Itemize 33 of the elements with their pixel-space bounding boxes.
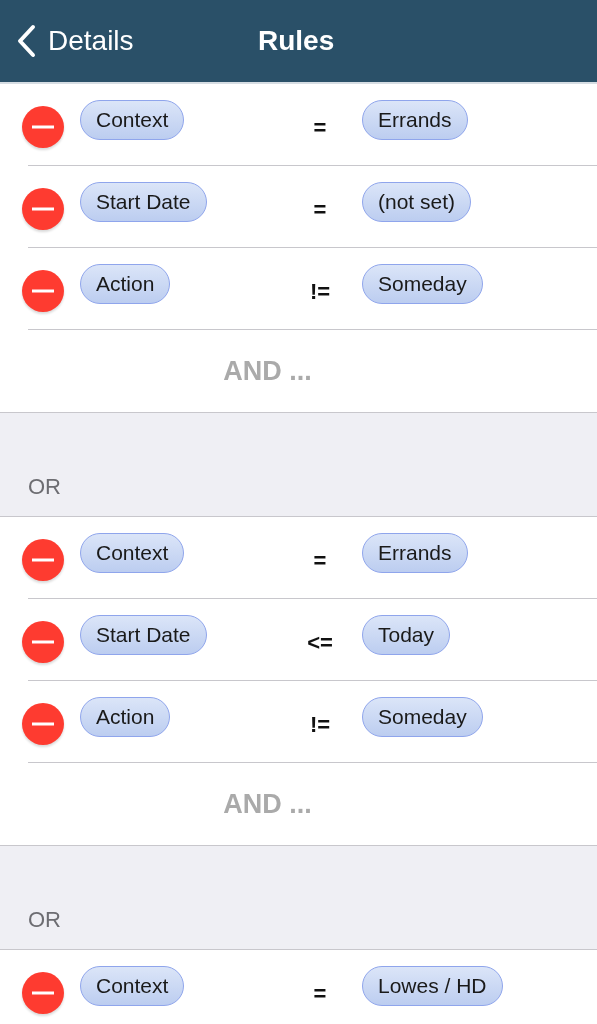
operator[interactable]: !=	[278, 278, 362, 305]
back-icon	[16, 24, 36, 58]
field-pill[interactable]: Action	[80, 696, 171, 737]
delete-icon[interactable]	[22, 621, 64, 663]
value-pill[interactable]: Errands	[362, 99, 468, 140]
field-pill[interactable]: Context	[80, 532, 185, 573]
field-pill[interactable]: Start Date	[80, 181, 207, 222]
delete-icon[interactable]	[22, 972, 64, 1014]
delete-icon[interactable]	[22, 539, 64, 581]
operator[interactable]: =	[278, 196, 362, 223]
nav-title: Rules	[258, 25, 335, 57]
field-pill[interactable]: Context	[80, 966, 185, 1006]
value-pill[interactable]: (not set)	[362, 181, 472, 222]
value-pill[interactable]: Errands	[362, 532, 468, 573]
back-button[interactable]: Details	[0, 24, 134, 58]
operator[interactable]: <=	[278, 629, 362, 656]
operator[interactable]: =	[278, 114, 362, 141]
field-pill[interactable]: Context	[80, 99, 185, 140]
value-pill[interactable]: Someday	[362, 263, 483, 304]
delete-icon[interactable]	[22, 106, 64, 148]
field-pill[interactable]: Start Date	[80, 614, 207, 655]
delete-icon[interactable]	[22, 703, 64, 745]
section-label: OR	[28, 474, 61, 500]
delete-icon[interactable]	[22, 270, 64, 312]
value-pill[interactable]: Lowes / HD	[362, 966, 503, 1006]
field-pill[interactable]: Action	[80, 263, 171, 304]
operator[interactable]: =	[278, 981, 362, 1007]
operator[interactable]: =	[278, 547, 362, 574]
section-label: OR	[28, 907, 61, 933]
delete-icon[interactable]	[22, 188, 64, 230]
operator[interactable]: !=	[278, 711, 362, 738]
value-pill[interactable]: Someday	[362, 696, 483, 737]
value-pill[interactable]: Today	[362, 614, 451, 655]
